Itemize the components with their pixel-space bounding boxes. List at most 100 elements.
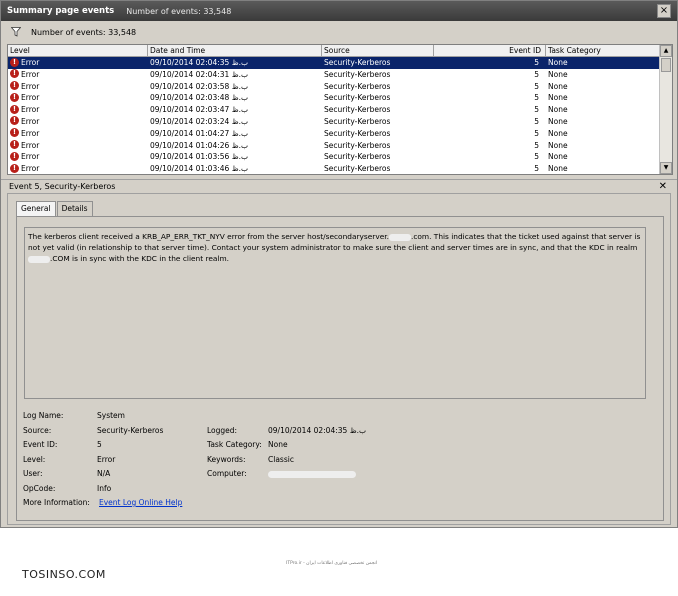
table-row[interactable]: ! Error 09/10/2014 01:04:26 ب.ظ Security-…: [8, 140, 660, 152]
level-text: Error: [21, 105, 40, 115]
prop-source-value: Security-Kerberos: [97, 425, 164, 435]
table-row[interactable]: ! Error 09/10/2014 02:03:47 ب.ظ Security-…: [8, 104, 660, 116]
table-row[interactable]: ! Error 09/10/2014 01:03:46 ب.ظ Security-…: [8, 163, 660, 174]
level-text: Error: [21, 116, 40, 126]
grid-header: Level Date and Time Source Event ID Task…: [8, 45, 660, 57]
prop-keywords-label: Keywords:: [207, 454, 246, 464]
cell-task-category: None: [548, 93, 568, 103]
event-detail-title: Event 5, Security-Kerberos: [9, 182, 116, 191]
redacted-computer-name: [268, 470, 356, 478]
watermark-brand: TOSINSO.COM: [22, 568, 106, 581]
error-icon: !: [10, 140, 19, 150]
cell-event-id: 5: [534, 116, 539, 126]
cell-event-id: 5: [534, 105, 539, 115]
table-row[interactable]: ! Error 09/10/2014 02:04:31 ب.ظ Security-…: [8, 69, 660, 81]
prop-task-category-label: Task Category:: [207, 440, 262, 449]
error-icon: !: [10, 92, 19, 102]
cell-date: 09/10/2014 01:04:26 ب.ظ: [150, 140, 249, 150]
column-header-event-id[interactable]: Event ID: [434, 45, 546, 57]
cell-source: Security-Kerberos: [324, 128, 391, 138]
cell-source: Security-Kerberos: [324, 140, 391, 150]
cell-level: ! Error: [8, 163, 148, 174]
level-text: Error: [21, 93, 40, 103]
table-row[interactable]: ! Error 09/10/2014 02:03:58 ب.ظ Security-…: [8, 81, 660, 93]
cell-level: ! Error: [8, 104, 148, 116]
cell-event-id: 5: [534, 140, 539, 150]
table-row[interactable]: ! Error 09/10/2014 02:04:35 ب.ظ Security-…: [8, 57, 660, 69]
general-tab-content: The kerberos client received a KRB_AP_ER…: [16, 216, 664, 521]
cell-task-category: None: [548, 128, 568, 138]
close-icon[interactable]: ×: [657, 4, 671, 18]
error-icon: !: [10, 69, 19, 79]
cell-source: Security-Kerberos: [324, 69, 391, 79]
cell-date: 09/10/2014 01:03:56 ب.ظ: [150, 152, 249, 162]
redacted-text: [388, 233, 411, 241]
cell-level: ! Error: [8, 92, 148, 104]
column-header-date-time[interactable]: Date and Time: [148, 45, 322, 57]
cell-source: Security-Kerberos: [324, 93, 391, 103]
error-icon: !: [10, 128, 19, 138]
cell-date: 09/10/2014 02:04:35 ب.ظ: [150, 58, 249, 67]
cell-date: 09/10/2014 02:03:47 ب.ظ: [150, 105, 249, 115]
cell-task-category: None: [548, 81, 568, 91]
table-row[interactable]: ! Error 09/10/2014 02:03:24 ب.ظ Security-…: [8, 116, 660, 128]
prop-user-value: N/A: [97, 469, 111, 478]
prop-log-name-label: Log Name:: [23, 411, 64, 420]
redacted-text: [28, 255, 50, 263]
filter-bar: Number of events: 33,548: [1, 21, 677, 43]
cell-event-id: 5: [534, 81, 539, 91]
error-icon: !: [10, 57, 19, 67]
prop-logged-value: 09/10/2014 02:04:35 ب.ظ: [268, 425, 367, 435]
column-header-source[interactable]: Source: [322, 45, 434, 57]
event-description[interactable]: The kerberos client received a KRB_AP_ER…: [24, 227, 646, 399]
level-text: Error: [21, 69, 40, 79]
tab-details[interactable]: Details: [56, 201, 93, 216]
description-text-3: .COM is in sync with the KDC in the clie…: [50, 254, 230, 263]
scroll-thumb[interactable]: [661, 58, 671, 72]
cell-source: Security-Kerberos: [324, 58, 391, 67]
cell-level: ! Error: [8, 151, 148, 163]
prop-log-name-value: System: [97, 411, 125, 420]
tab-general[interactable]: General: [16, 201, 56, 217]
cell-task-category: None: [548, 58, 568, 67]
scroll-up-icon[interactable]: ▲: [660, 45, 672, 57]
prop-level-value: Error: [97, 454, 116, 464]
event-log-online-help-link[interactable]: Event Log Online Help: [99, 497, 182, 509]
cell-task-category: None: [548, 152, 568, 162]
prop-source-label: Source:: [23, 425, 52, 435]
filter-icon[interactable]: [11, 27, 21, 37]
cell-source: Security-Kerberos: [324, 164, 391, 174]
cell-source: Security-Kerberos: [324, 81, 391, 91]
cell-task-category: None: [548, 69, 568, 79]
cell-event-id: 5: [534, 58, 539, 67]
level-text: Error: [21, 128, 40, 138]
cell-event-id: 5: [534, 164, 539, 174]
cell-source: Security-Kerberos: [324, 105, 391, 115]
table-row[interactable]: ! Error 09/10/2014 01:03:56 ب.ظ Security-…: [8, 151, 660, 163]
table-row[interactable]: ! Error 09/10/2014 01:04:27 ب.ظ Security-…: [8, 128, 660, 140]
error-icon: !: [10, 151, 19, 161]
cell-level: ! Error: [8, 81, 148, 93]
prop-level-label: Level:: [23, 454, 46, 464]
error-icon: !: [10, 104, 19, 114]
prop-more-info-label: More Information:: [23, 498, 90, 507]
cell-date: 09/10/2014 01:04:27 ب.ظ: [150, 128, 249, 138]
column-header-level[interactable]: Level: [8, 45, 148, 57]
cell-source: Security-Kerberos: [324, 116, 391, 126]
close-icon[interactable]: ✕: [659, 181, 667, 192]
cell-task-category: None: [548, 164, 568, 174]
vertical-scrollbar[interactable]: ▲ ▼: [659, 45, 672, 174]
event-viewer-window: Summary page events Number of events: 33…: [0, 0, 678, 528]
event-count-label: Number of events: 33,548: [31, 27, 137, 37]
cell-level: ! Error: [8, 69, 148, 81]
window-title: Summary page events: [7, 6, 115, 16]
title-bar: Summary page events Number of events: 33…: [1, 1, 677, 21]
prop-computer-label: Computer:: [207, 469, 247, 478]
scroll-down-icon[interactable]: ▼: [660, 162, 672, 174]
cell-event-id: 5: [534, 128, 539, 138]
column-header-task-category[interactable]: Task Category: [546, 45, 660, 57]
level-text: Error: [21, 81, 40, 91]
events-grid[interactable]: Level Date and Time Source Event ID Task…: [7, 44, 673, 175]
table-row[interactable]: ! Error 09/10/2014 02:03:48 ب.ظ Security-…: [8, 92, 660, 104]
error-icon: !: [10, 81, 19, 91]
